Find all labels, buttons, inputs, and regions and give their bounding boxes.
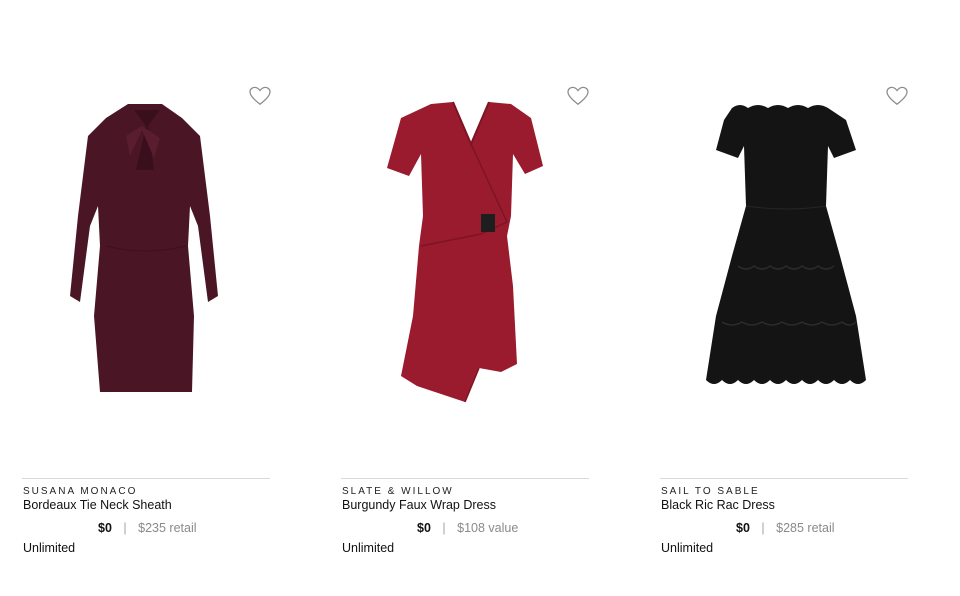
price-row: $0 | $285 retail xyxy=(736,521,835,535)
product-card: SUSANA MONACO Bordeaux Tie Neck Sheath $… xyxy=(22,0,271,596)
dress-body xyxy=(706,105,866,384)
heart-icon[interactable] xyxy=(249,86,271,106)
product-image[interactable] xyxy=(361,96,571,406)
price-separator: | xyxy=(761,521,765,535)
product-name[interactable]: Black Ric Rac Dress xyxy=(661,498,775,512)
price-row: $0 | $235 retail xyxy=(98,521,197,535)
brand-name[interactable]: SLATE & WILLOW xyxy=(342,486,454,497)
rental-price: $0 xyxy=(736,521,750,535)
product-card: SLATE & WILLOW Burgundy Faux Wrap Dress … xyxy=(341,0,589,596)
retail-price: $235 retail xyxy=(138,521,197,535)
product-name[interactable]: Bordeaux Tie Neck Sheath xyxy=(23,498,172,512)
price-row: $0 | $108 value xyxy=(417,521,518,535)
plan-label: Unlimited xyxy=(661,541,714,555)
brand-name[interactable]: SUSANA MONACO xyxy=(23,486,137,497)
product-image[interactable] xyxy=(680,96,890,406)
divider xyxy=(660,478,908,479)
brand-name[interactable]: SAIL TO SABLE xyxy=(661,486,760,497)
price-separator: | xyxy=(123,521,127,535)
rental-price: $0 xyxy=(417,521,431,535)
product-image[interactable] xyxy=(42,96,252,406)
plan-label: Unlimited xyxy=(23,541,76,555)
price-separator: | xyxy=(442,521,446,535)
plan-label: Unlimited xyxy=(342,541,395,555)
product-grid: SUSANA MONACO Bordeaux Tie Neck Sheath $… xyxy=(0,0,960,596)
dress-body xyxy=(387,102,543,402)
retail-price: $108 value xyxy=(457,521,519,535)
product-name[interactable]: Burgundy Faux Wrap Dress xyxy=(342,498,496,512)
rental-price: $0 xyxy=(98,521,112,535)
product-card: SAIL TO SABLE Black Ric Rac Dress $0 | $… xyxy=(660,0,908,596)
retail-price: $285 retail xyxy=(776,521,835,535)
divider xyxy=(341,478,589,479)
divider xyxy=(22,478,270,479)
